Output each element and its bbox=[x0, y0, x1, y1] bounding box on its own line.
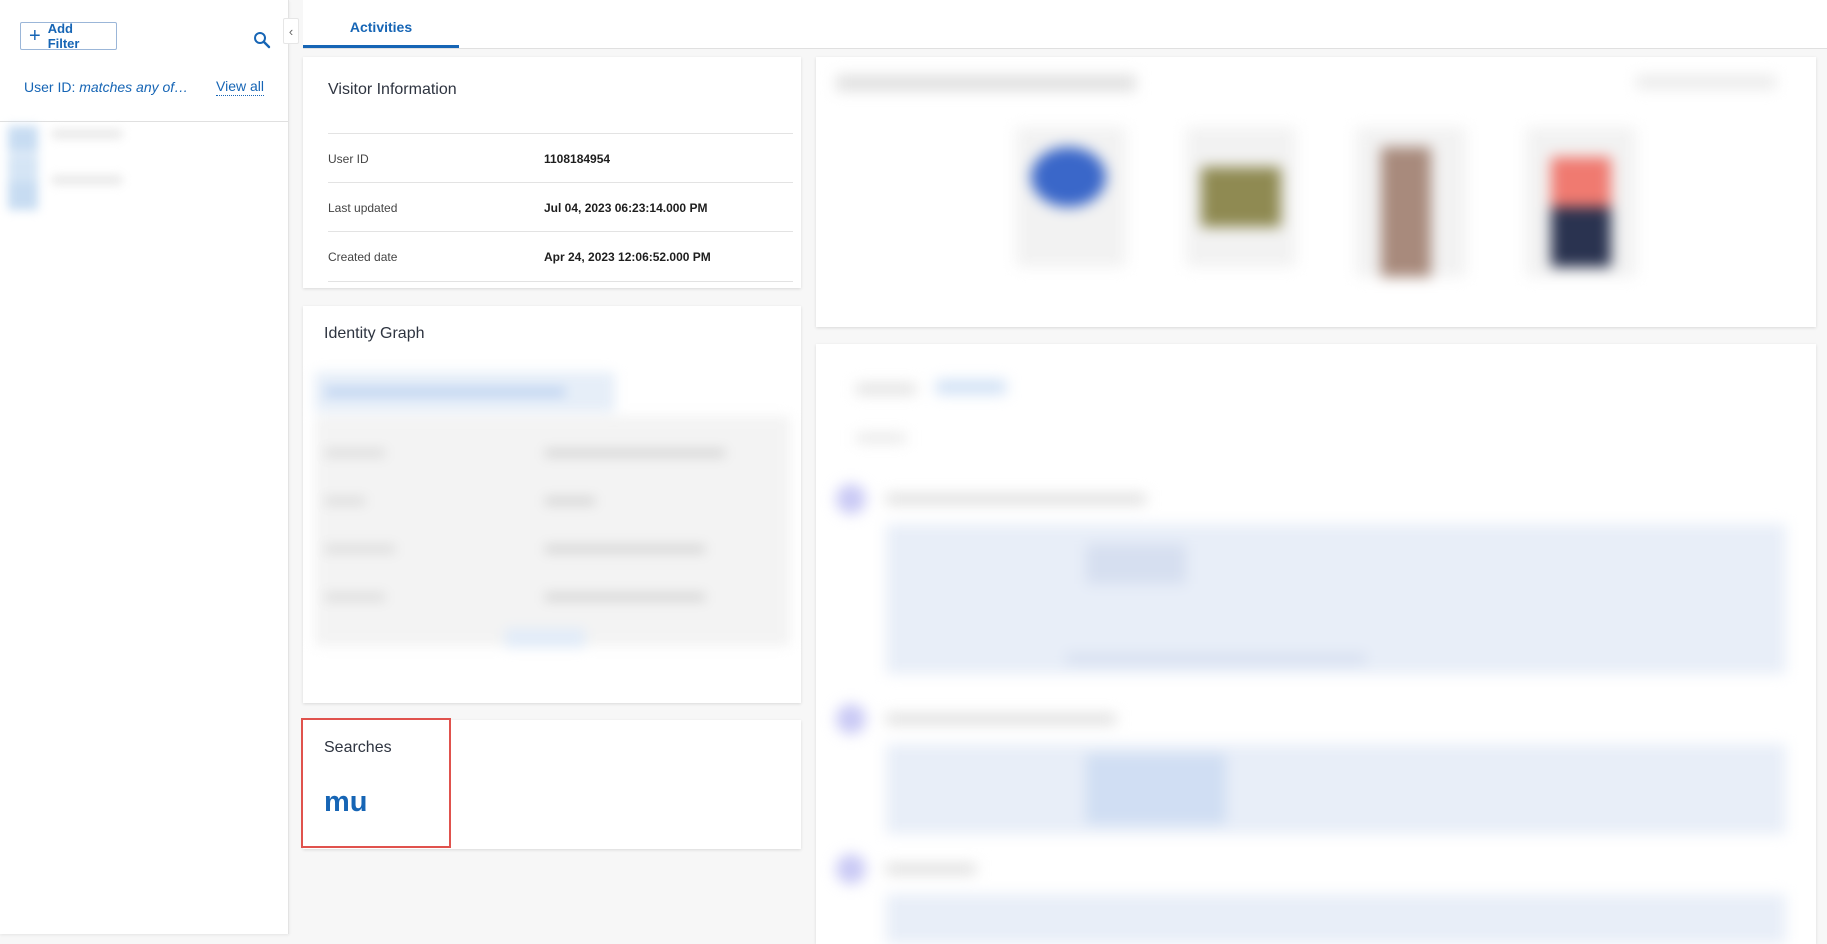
search-icon[interactable] bbox=[253, 31, 271, 49]
plus-icon: + bbox=[29, 25, 41, 47]
tab-label: Activities bbox=[349, 19, 413, 35]
info-label: Last updated bbox=[328, 201, 398, 215]
info-label: Created date bbox=[328, 250, 398, 264]
activity-timeline-content bbox=[816, 344, 1816, 944]
filter-key: User ID: bbox=[24, 79, 76, 95]
info-value: 1108184954 bbox=[544, 152, 611, 166]
identity-graph-table bbox=[315, 372, 790, 662]
recommendations-content bbox=[816, 57, 1816, 327]
filter-summary[interactable]: User ID: matches any of… bbox=[24, 79, 188, 95]
activity-timeline-card bbox=[816, 344, 1816, 944]
add-filter-button[interactable]: + Add Filter bbox=[20, 21, 117, 51]
view-all-link[interactable]: View all bbox=[216, 78, 264, 96]
visitor-information-card: Visitor Information User ID 1108184954 L… bbox=[303, 57, 801, 288]
chevron-left-icon: ‹ bbox=[288, 23, 294, 39]
info-value: Jul 04, 2023 06:23:14.000 PM bbox=[544, 201, 708, 215]
info-row-created-date: Created date Apr 24, 2023 12:06:52.000 P… bbox=[328, 231, 793, 282]
info-row-user-id: User ID 1108184954 bbox=[328, 133, 793, 183]
tab-activities[interactable]: Activities bbox=[303, 0, 459, 48]
card-title: Identity Graph bbox=[324, 325, 425, 342]
filter-sidebar: + Add Filter User ID: matches any of… Vi… bbox=[0, 0, 289, 934]
divider bbox=[0, 121, 288, 122]
recommendations-card bbox=[816, 57, 1816, 327]
collapse-sidebar-button[interactable]: ‹ bbox=[283, 18, 299, 44]
identity-graph-card: Identity Graph bbox=[303, 306, 801, 703]
visitor-list[interactable] bbox=[8, 124, 148, 216]
info-row-last-updated: Last updated Jul 04, 2023 06:23:14.000 P… bbox=[328, 182, 793, 232]
filter-value: matches any of… bbox=[79, 79, 189, 95]
add-filter-label: Add Filter bbox=[47, 21, 80, 51]
info-label: User ID bbox=[328, 152, 369, 166]
card-title: Visitor Information bbox=[328, 81, 457, 98]
highlight-box bbox=[301, 718, 451, 848]
tabs-bar: Activities bbox=[303, 0, 1827, 49]
info-value: Apr 24, 2023 12:06:52.000 PM bbox=[544, 250, 711, 264]
